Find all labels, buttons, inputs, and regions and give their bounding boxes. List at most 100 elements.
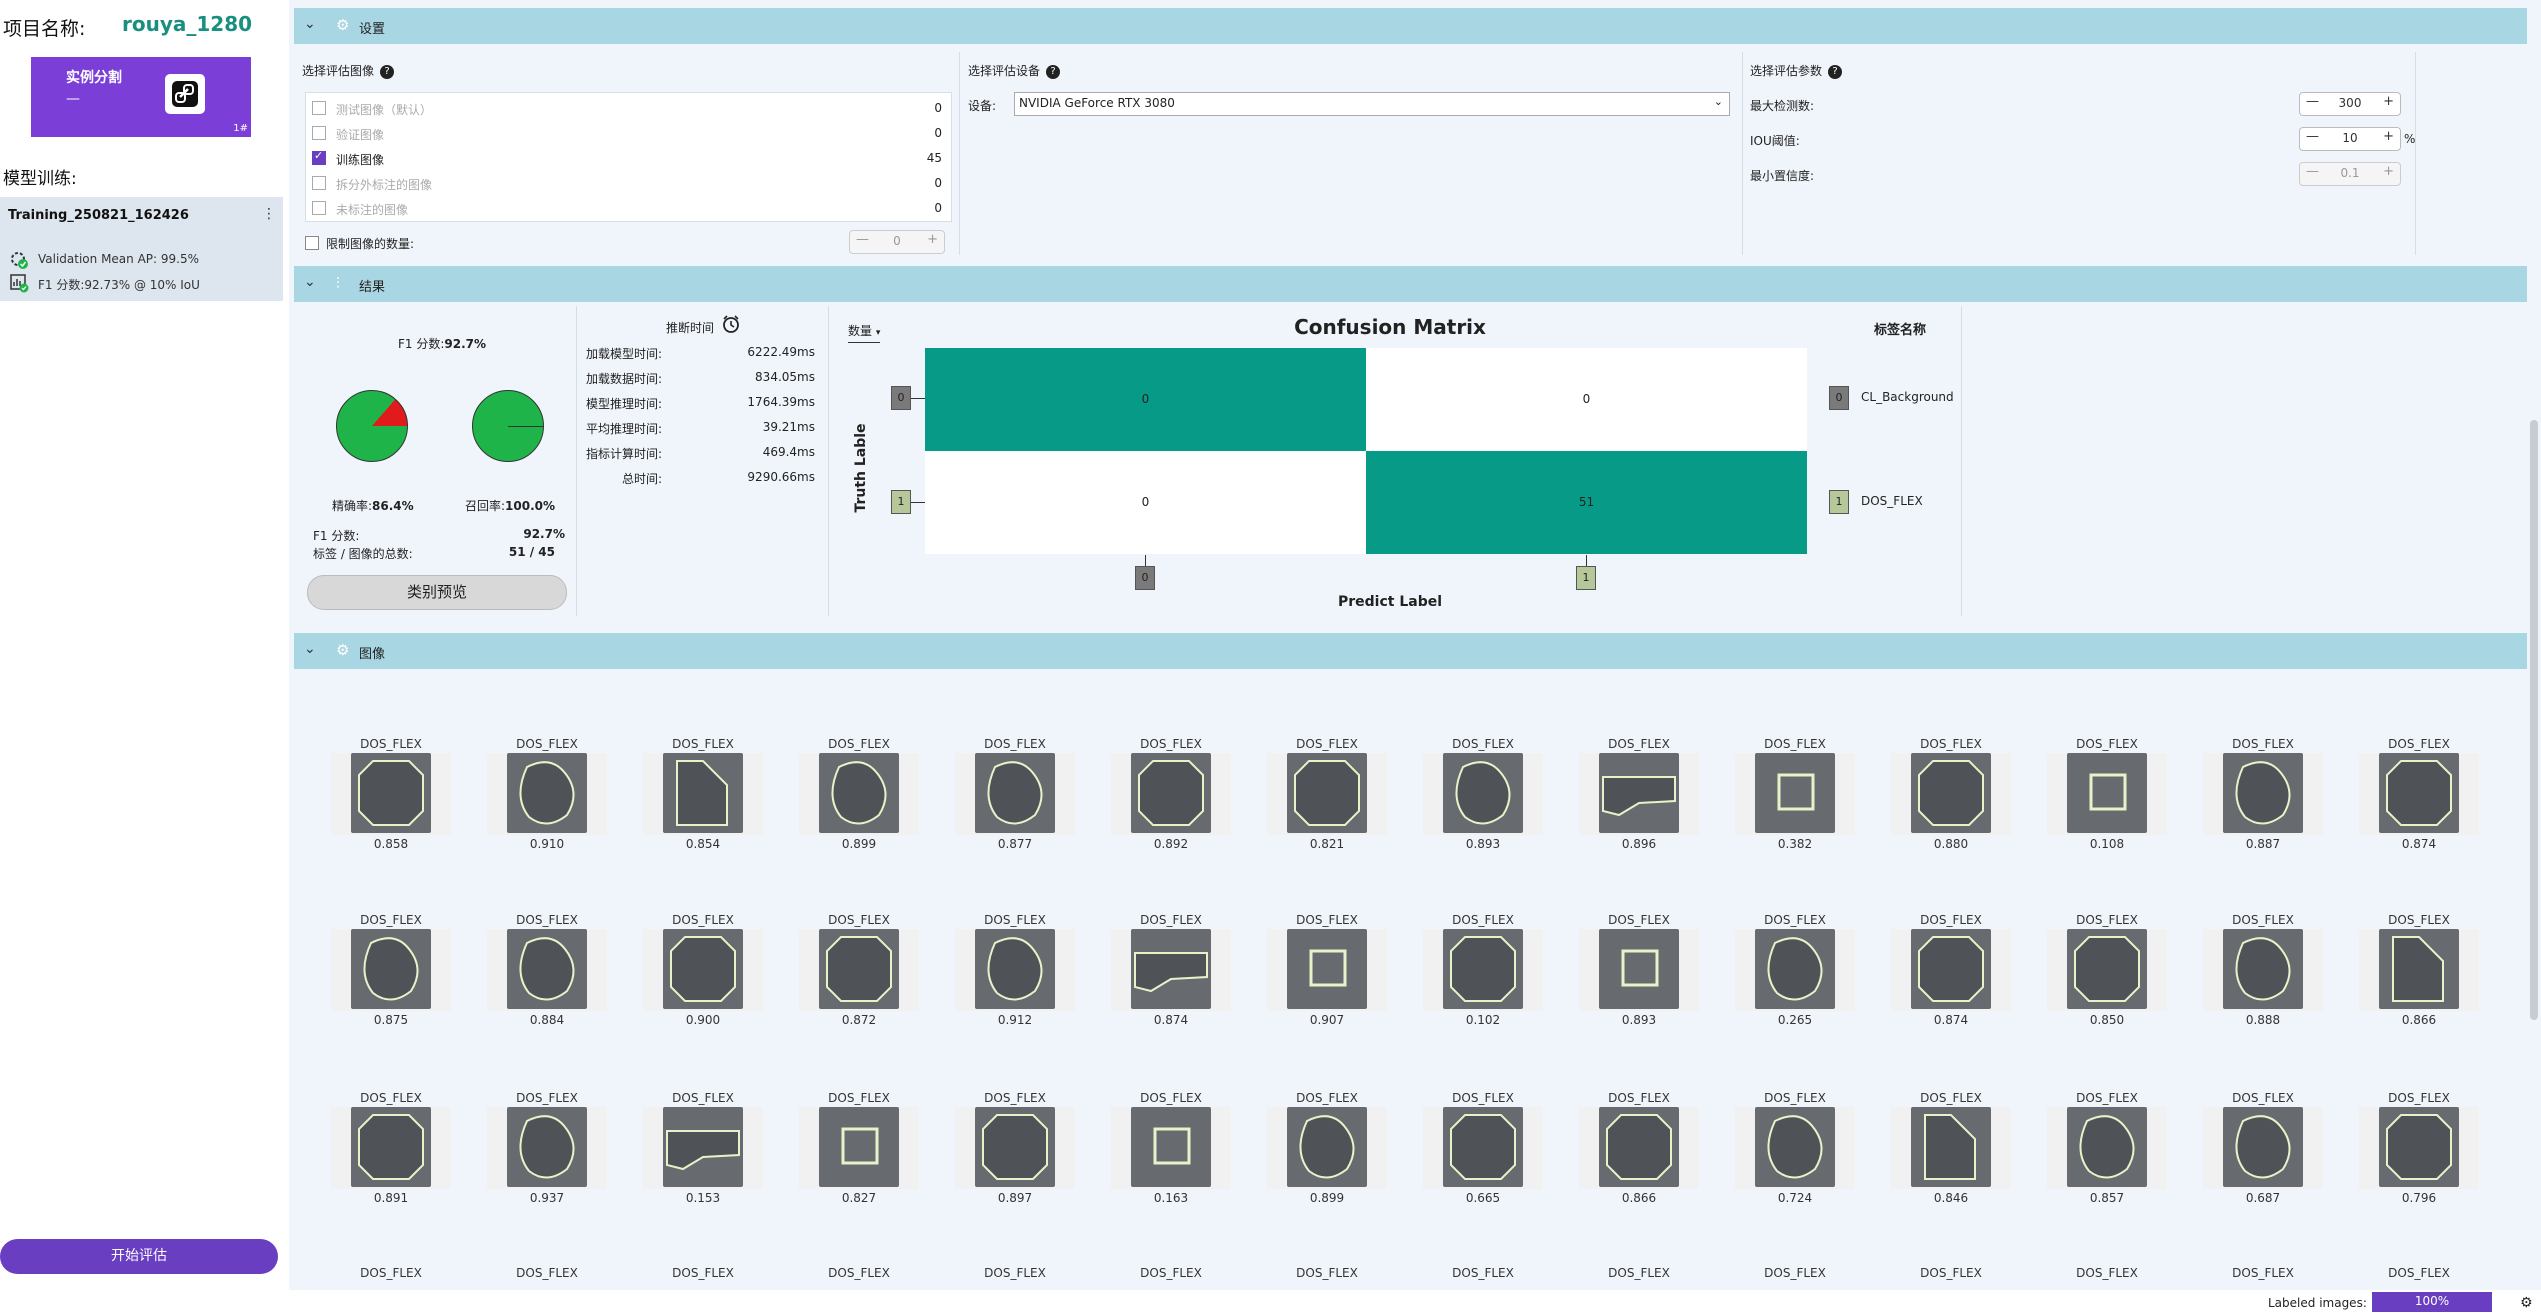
image-thumbnail[interactable]: DOS_FLEX 0.724	[1735, 1091, 1855, 1205]
image-thumbnail[interactable]: DOS_FLEX 0.888	[2203, 913, 2323, 1027]
image-thumbnail[interactable]: DOS_FLEX 0.163	[1111, 1091, 1231, 1205]
thumbnail-label: DOS_FLEX	[516, 913, 578, 927]
image-thumbnail[interactable]: DOS_FLEX 0.899	[799, 737, 919, 851]
help-icon[interactable]: ?	[1046, 64, 1061, 79]
image-select-checkbox[interactable]	[312, 149, 326, 165]
class-preview-button[interactable]: 类别预览	[307, 575, 567, 610]
image-thumbnail[interactable]: DOS_FLEX	[331, 1266, 451, 1280]
image-thumbnail[interactable]: DOS_FLEX 0.907	[1267, 913, 1387, 1027]
image-thumbnail[interactable]: DOS_FLEX 0.857	[2047, 1091, 2167, 1205]
image-thumbnail[interactable]: DOS_FLEX 0.899	[1267, 1091, 1387, 1205]
plus-icon[interactable]: +	[2383, 164, 2394, 179]
image-select-row[interactable]: 测试图像（默认） 0	[312, 96, 942, 120]
image-thumbnail[interactable]: DOS_FLEX 0.877	[955, 737, 1075, 851]
image-thumbnail[interactable]: DOS_FLEX 0.874	[1111, 913, 1231, 1027]
image-thumbnail[interactable]: DOS_FLEX 0.887	[2203, 737, 2323, 851]
image-thumbnail[interactable]: DOS_FLEX 0.866	[2359, 913, 2479, 1027]
settings-icon[interactable]: ⚙	[2520, 1295, 2533, 1311]
image-thumbnail[interactable]: DOS_FLEX 0.153	[643, 1091, 763, 1205]
image-thumbnail[interactable]: DOS_FLEX	[2359, 1266, 2479, 1280]
image-thumbnail[interactable]: DOS_FLEX 0.900	[643, 913, 763, 1027]
image-thumbnail[interactable]: DOS_FLEX 0.893	[1423, 737, 1543, 851]
image-thumbnail[interactable]: DOS_FLEX 0.665	[1423, 1091, 1543, 1205]
param-stepper[interactable]: —300 +	[2299, 92, 2401, 116]
image-thumbnail[interactable]: DOS_FLEX	[1735, 1266, 1855, 1280]
image-select-checkbox[interactable]	[312, 101, 326, 115]
image-select-checkbox[interactable]	[312, 176, 326, 190]
image-thumbnail[interactable]: DOS_FLEX	[799, 1266, 919, 1280]
image-thumbnail[interactable]: DOS_FLEX 0.102	[1423, 913, 1543, 1027]
chevron-down-icon[interactable]: ⌄	[304, 274, 316, 290]
image-thumbnail[interactable]: DOS_FLEX 0.687	[2203, 1091, 2323, 1205]
scrollbar[interactable]	[2530, 420, 2538, 1020]
cm-mode-select[interactable]: 数量 ▾	[848, 322, 881, 343]
image-thumbnail[interactable]: DOS_FLEX 0.893	[1579, 913, 1699, 1027]
image-thumbnail[interactable]: DOS_FLEX 0.910	[487, 737, 607, 851]
image-select-row[interactable]: 未标注的图像 0	[312, 196, 942, 220]
limit-images-stepper[interactable]: —0 +	[849, 230, 945, 254]
cm-cell[interactable]: 51	[1366, 451, 1807, 554]
image-thumbnail[interactable]: DOS_FLEX 0.937	[487, 1091, 607, 1205]
cm-cell[interactable]: 0	[925, 348, 1366, 451]
help-icon[interactable]: ?	[1828, 64, 1843, 79]
image-thumbnail[interactable]: DOS_FLEX 0.892	[1111, 737, 1231, 851]
plus-icon[interactable]: +	[2383, 129, 2394, 144]
thumbnail-label: DOS_FLEX	[2388, 913, 2450, 927]
cm-cell[interactable]: 0	[1366, 348, 1807, 451]
image-select-row[interactable]: 验证图像 0	[312, 121, 942, 145]
image-thumbnail[interactable]: DOS_FLEX 0.850	[2047, 913, 2167, 1027]
image-thumbnail[interactable]: DOS_FLEX 0.875	[331, 913, 451, 1027]
plus-icon[interactable]: +	[2383, 94, 2394, 109]
cm-cell[interactable]: 0	[925, 451, 1366, 554]
image-thumbnail[interactable]: DOS_FLEX 0.866	[1579, 1091, 1699, 1205]
image-thumbnail[interactable]: DOS_FLEX 0.108	[2047, 737, 2167, 851]
device-select[interactable]: NVIDIA GeForce RTX 3080 ⌄	[1014, 92, 1730, 116]
image-thumbnail[interactable]: DOS_FLEX 0.265	[1735, 913, 1855, 1027]
results-section-header[interactable]: ⌄ ⫶ 结果	[294, 266, 2527, 302]
image-thumbnail[interactable]: DOS_FLEX 0.846	[1891, 1091, 2011, 1205]
image-thumbnail[interactable]: DOS_FLEX 0.897	[955, 1091, 1075, 1205]
image-thumbnail[interactable]: DOS_FLEX	[1579, 1266, 1699, 1280]
image-select-checkbox[interactable]	[312, 201, 326, 215]
more-menu-icon[interactable]: ⋮	[262, 206, 276, 222]
image-thumbnail[interactable]: DOS_FLEX	[1891, 1266, 2011, 1280]
limit-images-checkbox[interactable]	[305, 236, 319, 250]
image-thumbnail[interactable]: DOS_FLEX 0.880	[1891, 737, 2011, 851]
image-thumbnail[interactable]: DOS_FLEX	[2203, 1266, 2323, 1280]
image-thumbnail[interactable]: DOS_FLEX 0.821	[1267, 737, 1387, 851]
image-thumbnail[interactable]: DOS_FLEX 0.896	[1579, 737, 1699, 851]
image-thumbnail[interactable]: DOS_FLEX 0.912	[955, 913, 1075, 1027]
param-stepper[interactable]: —0.1 +	[2299, 162, 2401, 186]
image-select-count: 0	[934, 126, 942, 140]
image-thumbnail[interactable]: DOS_FLEX 0.874	[1891, 913, 2011, 1027]
image-thumbnail[interactable]: DOS_FLEX 0.796	[2359, 1091, 2479, 1205]
image-thumbnail[interactable]: DOS_FLEX	[955, 1266, 1075, 1280]
images-section-header[interactable]: ⌄ ⚙ 图像	[294, 633, 2527, 669]
plus-icon[interactable]: +	[927, 232, 938, 247]
settings-section-header[interactable]: ⌄ ⚙ 设置	[294, 8, 2527, 44]
image-thumbnail[interactable]: DOS_FLEX	[1267, 1266, 1387, 1280]
image-thumbnail[interactable]: DOS_FLEX	[2047, 1266, 2167, 1280]
start-evaluation-button[interactable]: 开始评估	[0, 1239, 278, 1274]
image-thumbnail[interactable]: DOS_FLEX 0.827	[799, 1091, 919, 1205]
chevron-down-icon[interactable]: ⌄	[304, 16, 316, 32]
help-icon[interactable]: ?	[380, 64, 395, 79]
image-thumbnail[interactable]: DOS_FLEX 0.854	[643, 737, 763, 851]
image-thumbnail[interactable]: DOS_FLEX 0.858	[331, 737, 451, 851]
param-stepper[interactable]: —10 +	[2299, 127, 2401, 151]
labeled-images-value: 100%	[2414, 1294, 2450, 1308]
image-select-checkbox[interactable]	[312, 126, 326, 140]
image-thumbnail[interactable]: DOS_FLEX 0.884	[487, 913, 607, 1027]
image-thumbnail[interactable]: DOS_FLEX 0.382	[1735, 737, 1855, 851]
image-thumbnail[interactable]: DOS_FLEX	[643, 1266, 763, 1280]
image-thumbnail[interactable]: DOS_FLEX	[1423, 1266, 1543, 1280]
image-select-row[interactable]: 拆分外标注的图像 0	[312, 171, 942, 195]
image-thumbnail[interactable]: DOS_FLEX 0.891	[331, 1091, 451, 1205]
image-thumbnail[interactable]: DOS_FLEX 0.872	[799, 913, 919, 1027]
project-type-card[interactable]: 实例分割 — 1#	[31, 57, 251, 137]
image-thumbnail[interactable]: DOS_FLEX 0.874	[2359, 737, 2479, 851]
image-thumbnail[interactable]: DOS_FLEX	[487, 1266, 607, 1280]
image-select-row[interactable]: 训练图像 45	[312, 146, 942, 170]
chevron-down-icon[interactable]: ⌄	[304, 641, 316, 657]
image-thumbnail[interactable]: DOS_FLEX	[1111, 1266, 1231, 1280]
